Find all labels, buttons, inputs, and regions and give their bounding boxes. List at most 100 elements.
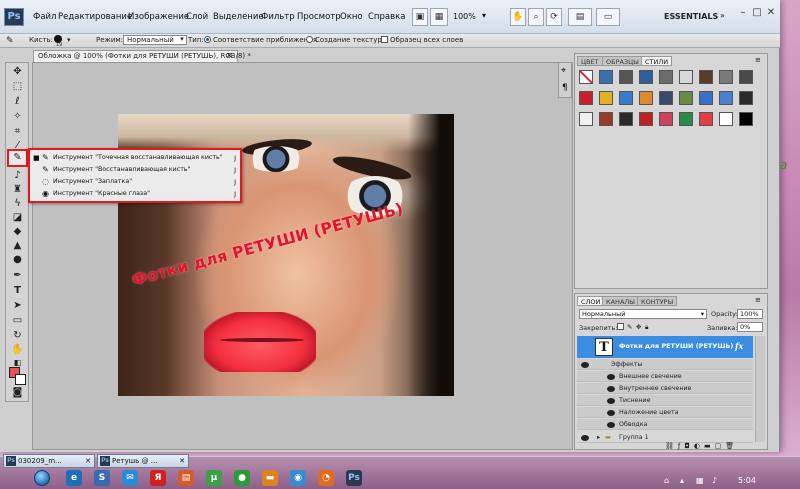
menu-help[interactable]: Справка bbox=[368, 12, 405, 22]
minimize-icon[interactable]: – bbox=[736, 6, 750, 20]
effect-row[interactable]: Обводка bbox=[577, 419, 753, 430]
style-swatch-none[interactable] bbox=[579, 70, 593, 84]
menu-image[interactable]: Изображение bbox=[128, 12, 189, 22]
menu-view[interactable]: Просмотр bbox=[297, 12, 341, 22]
menu-filter[interactable]: Фильтр bbox=[261, 12, 295, 22]
crop-tool-icon[interactable]: ⌗ bbox=[9, 125, 26, 139]
maximize-icon[interactable]: □ bbox=[750, 6, 764, 20]
style-swatch[interactable] bbox=[599, 91, 613, 105]
tab-styles[interactable]: СТИЛИ bbox=[641, 56, 673, 66]
archive-icon[interactable]: ▤ bbox=[178, 470, 194, 486]
clone-stamp-tool-icon[interactable]: ♜ bbox=[9, 183, 26, 197]
opacity-field[interactable]: 100% bbox=[737, 309, 763, 319]
healing-brush-tool-icon[interactable]: ✎ bbox=[6, 36, 14, 46]
document-tab[interactable]: Обложка @ 100% (Фотки для РЕТУШИ (РЕТУШЬ… bbox=[33, 50, 251, 62]
move-tool-icon[interactable]: ✥ bbox=[9, 65, 26, 79]
zoom-dropdown-icon[interactable]: ▾ bbox=[482, 11, 486, 20]
type-proximity-radio[interactable]: Соответствие приближения bbox=[204, 36, 317, 44]
new-layer-icon[interactable]: ▢ bbox=[715, 442, 726, 450]
eraser-tool-icon[interactable]: ◪ bbox=[9, 211, 26, 225]
layers-panel-menu-icon[interactable]: ≡ bbox=[755, 296, 761, 304]
green-app-icon[interactable]: ● bbox=[234, 470, 250, 486]
style-swatch[interactable] bbox=[719, 70, 733, 84]
fill-field[interactable]: 0% bbox=[737, 322, 763, 332]
document-close-icon[interactable]: ✕ bbox=[226, 51, 233, 60]
hand-tool-small-icon[interactable]: ✋ bbox=[9, 343, 26, 357]
type-tool-icon[interactable]: T bbox=[9, 284, 26, 298]
menu-select[interactable]: Выделение bbox=[213, 12, 264, 22]
tray-volume-icon[interactable]: ♪ bbox=[712, 476, 717, 485]
quick-select-tool-icon[interactable]: ✧ bbox=[9, 110, 26, 124]
gradient-tool-icon[interactable]: ◆ bbox=[9, 225, 26, 239]
firefox-icon[interactable]: ◔ bbox=[318, 470, 334, 486]
tray-network-icon[interactable]: ▦ bbox=[696, 476, 704, 485]
layer-fx-icon[interactable]: fx bbox=[735, 341, 743, 351]
workspace-chevron-icon[interactable]: » bbox=[720, 11, 725, 20]
style-swatch[interactable] bbox=[679, 91, 693, 105]
rotate-view-icon[interactable]: ⟳ bbox=[546, 8, 562, 26]
tray-language-icon[interactable]: ⌂ bbox=[664, 476, 669, 485]
style-swatch[interactable] bbox=[739, 112, 753, 126]
bridge-icon[interactable]: ▣ bbox=[412, 8, 428, 26]
paragraph-panel-icon[interactable]: ¶ bbox=[562, 83, 568, 93]
tray-arrow-icon[interactable]: ▴ bbox=[680, 476, 684, 485]
tab-layers[interactable]: СЛОИ bbox=[577, 296, 605, 306]
marquee-tool-icon[interactable]: ⬚ bbox=[9, 80, 26, 94]
history-brush-tool-icon[interactable]: ϟ bbox=[9, 197, 26, 211]
taskbar-close-icon[interactable]: ✕ bbox=[85, 455, 91, 467]
style-swatch[interactable] bbox=[619, 91, 633, 105]
close-icon[interactable]: ✕ bbox=[764, 6, 778, 20]
group-expand-icon[interactable]: ▸ bbox=[597, 432, 600, 443]
menu-file[interactable]: Файл bbox=[33, 12, 56, 22]
pen-tool-icon[interactable]: ✒ bbox=[9, 269, 26, 283]
shape-tool-icon[interactable]: ▭ bbox=[9, 314, 26, 328]
style-swatch[interactable] bbox=[719, 91, 733, 105]
style-swatch[interactable] bbox=[639, 91, 653, 105]
delete-layer-icon[interactable]: 🗑︎ bbox=[725, 442, 738, 450]
flyout-item-patch[interactable]: ◌ Инструмент "Заплатка" J bbox=[30, 176, 240, 188]
flyout-item-spot-healing[interactable]: ■ ✎ Инструмент "Точечная восстанавливающ… bbox=[30, 152, 240, 164]
effect-visibility-icon[interactable] bbox=[607, 410, 615, 416]
style-swatch[interactable] bbox=[699, 70, 713, 84]
mode-select[interactable]: Нормальный bbox=[123, 35, 187, 45]
effect-row[interactable]: Внешнее свечение bbox=[577, 371, 753, 382]
effect-visibility-icon[interactable] bbox=[607, 422, 615, 428]
lock-paint-icon[interactable]: ✎ bbox=[627, 323, 632, 331]
group-visibility-icon[interactable] bbox=[581, 435, 589, 441]
style-swatch[interactable] bbox=[659, 91, 673, 105]
effect-row[interactable]: Тиснение bbox=[577, 395, 753, 406]
lock-all-icon[interactable]: 🔒︎ bbox=[645, 323, 648, 332]
zoom-tool-icon[interactable]: ⌕ bbox=[528, 8, 544, 26]
style-swatch[interactable] bbox=[659, 70, 673, 84]
taskbar-window-button-2[interactable]: Ps Ретушь @ ... ✕ bbox=[97, 454, 189, 468]
mail-icon[interactable]: ✉ bbox=[122, 470, 138, 486]
photoshop-taskbar-icon[interactable]: Ps bbox=[346, 470, 362, 486]
background-color-swatch[interactable] bbox=[15, 374, 26, 385]
taskbar-close-icon[interactable]: ✕ bbox=[179, 455, 185, 467]
folder-app-icon[interactable]: ▬ bbox=[262, 470, 278, 486]
style-swatch[interactable] bbox=[619, 70, 633, 84]
flyout-item-red-eye[interactable]: ◉ Инструмент "Красные глаза" J bbox=[30, 188, 240, 200]
effect-visibility-icon[interactable] bbox=[607, 386, 615, 392]
effects-header-row[interactable]: Эффекты bbox=[577, 359, 753, 370]
add-mask-icon[interactable]: ◘ bbox=[684, 442, 694, 450]
style-swatch[interactable] bbox=[639, 112, 653, 126]
type-texture-radio[interactable]: Создание текстуры bbox=[306, 36, 387, 44]
flyout-item-healing-brush[interactable]: ✎ Инструмент "Восстанавливающая кисть" J bbox=[30, 164, 240, 176]
adjustment-layer-icon[interactable]: ◐ bbox=[694, 442, 704, 450]
style-swatch[interactable] bbox=[599, 112, 613, 126]
start-button[interactable] bbox=[34, 470, 50, 486]
layers-scrollbar[interactable] bbox=[755, 336, 765, 442]
effect-row[interactable]: Наложение цвета bbox=[577, 407, 753, 418]
brush-tool-icon[interactable]: ♪ bbox=[9, 169, 26, 183]
style-swatch[interactable] bbox=[659, 112, 673, 126]
style-swatch[interactable] bbox=[699, 91, 713, 105]
internet-explorer-icon[interactable]: e bbox=[66, 470, 82, 486]
new-group-icon[interactable]: ▬ bbox=[704, 442, 715, 450]
lock-transparency-icon[interactable] bbox=[617, 323, 624, 330]
taskbar-window-button-1[interactable]: Ps 030209_m... ✕ bbox=[3, 454, 95, 468]
style-swatch[interactable] bbox=[619, 112, 633, 126]
tab-color[interactable]: ЦВЕТ bbox=[577, 56, 603, 66]
grid-icon[interactable]: ▦ bbox=[430, 8, 448, 26]
style-swatch[interactable] bbox=[679, 112, 693, 126]
